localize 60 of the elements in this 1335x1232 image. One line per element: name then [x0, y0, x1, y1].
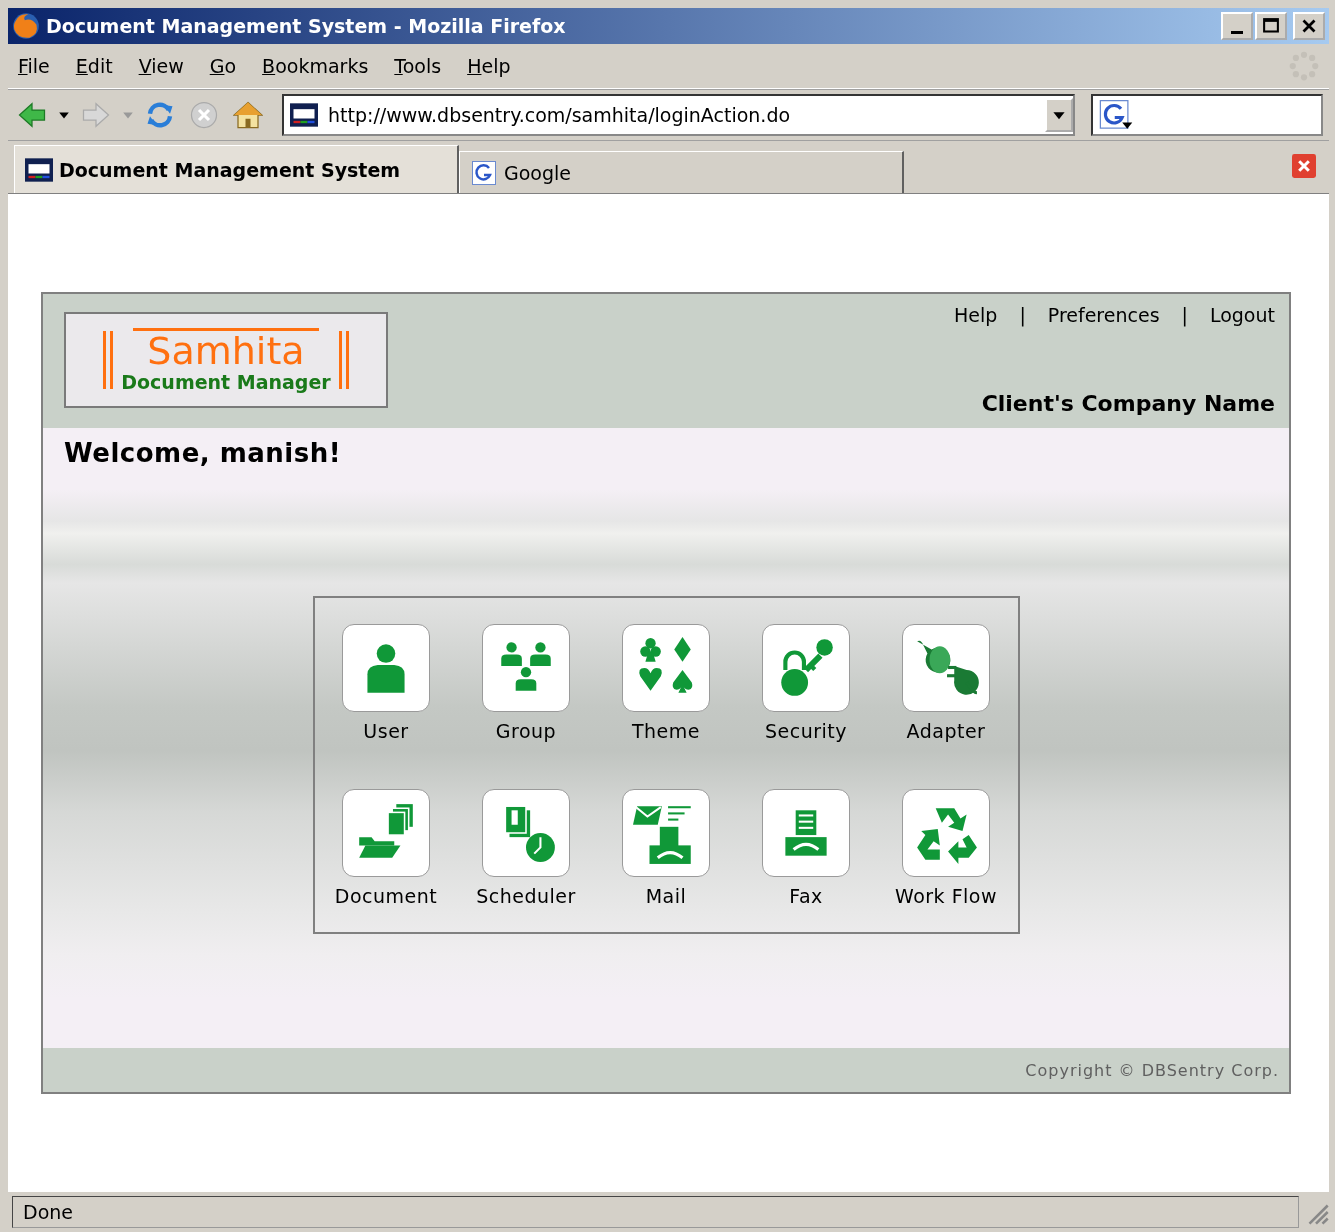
menu-item[interactable]: Help — [467, 55, 511, 77]
stop-icon — [189, 100, 219, 130]
module-label[interactable]: Scheduler — [476, 885, 576, 907]
module-button[interactable] — [482, 789, 570, 877]
module-button[interactable] — [622, 789, 710, 877]
minimize-icon — [1231, 30, 1243, 34]
close-tab-button[interactable] — [1291, 154, 1317, 180]
module-label[interactable]: Adapter — [906, 720, 986, 742]
module-label[interactable]: Mail — [645, 885, 687, 907]
globe-icon — [12, 12, 40, 40]
window-title: Document Management System - Mozilla Firefox — [46, 15, 567, 37]
module-button[interactable] — [902, 624, 990, 712]
menu-item[interactable]: Go — [209, 55, 237, 77]
link-separator: | — [1181, 304, 1188, 326]
search-engine-icon — [470, 160, 498, 185]
reload-icon — [145, 100, 175, 130]
house-icon — [233, 100, 263, 130]
menu-item[interactable]: Tools — [394, 55, 442, 77]
module-button[interactable] — [762, 624, 850, 712]
module-label[interactable]: Security — [765, 720, 847, 742]
welcome-message: Welcome, manish! — [64, 438, 343, 468]
header-link[interactable]: Preferences — [1047, 304, 1160, 326]
browser-tab[interactable]: Document Management System — [14, 145, 459, 193]
browser-tab[interactable]: Google — [459, 151, 904, 193]
module-label[interactable]: Theme — [631, 720, 700, 742]
module-label[interactable]: Fax — [789, 885, 823, 907]
site-icon — [290, 103, 318, 127]
module-button[interactable] — [902, 789, 990, 877]
address-field[interactable]: http://www.dbsentry.com/samhita/loginAction.do — [282, 94, 1075, 136]
menu-item[interactable]: View — [138, 55, 184, 77]
logo: Samhita Document Manager — [64, 312, 388, 408]
site-icon — [25, 157, 53, 182]
arrow-right-icon — [81, 100, 111, 130]
module-button[interactable] — [762, 789, 850, 877]
menu-item[interactable]: Edit — [75, 55, 113, 77]
dropdown-button[interactable] — [1045, 98, 1073, 132]
header-link[interactable]: Logout — [1209, 304, 1275, 326]
module-button[interactable] — [342, 624, 430, 712]
header-link[interactable]: Help — [954, 304, 998, 326]
menu-item[interactable]: File — [18, 55, 50, 77]
module-button[interactable] — [482, 624, 570, 712]
module-button[interactable] — [622, 624, 710, 712]
minimize-button[interactable] — [1221, 12, 1253, 40]
module-label[interactable]: User — [363, 720, 409, 742]
module-label[interactable]: Document — [334, 885, 438, 907]
status-text: Done — [12, 1196, 1299, 1228]
copyright-text: Copyright © DBSentry Corp. — [1025, 1060, 1279, 1080]
module-label[interactable]: Group — [495, 720, 557, 742]
search-field[interactable] — [1091, 94, 1323, 136]
maximize-icon — [1260, 16, 1282, 36]
arrow-left-icon — [17, 100, 47, 130]
search-engine-icon — [1099, 100, 1133, 130]
link-separator: | — [1019, 304, 1026, 326]
menu-item[interactable]: Bookmarks — [262, 55, 369, 77]
module-button[interactable] — [342, 789, 430, 877]
company-name: Client's Company Name — [981, 391, 1275, 416]
module-label[interactable]: Work Flow — [895, 885, 997, 907]
close-icon — [1292, 154, 1316, 178]
maximize-button[interactable] — [1255, 12, 1287, 40]
close-button[interactable] — [1293, 12, 1325, 40]
